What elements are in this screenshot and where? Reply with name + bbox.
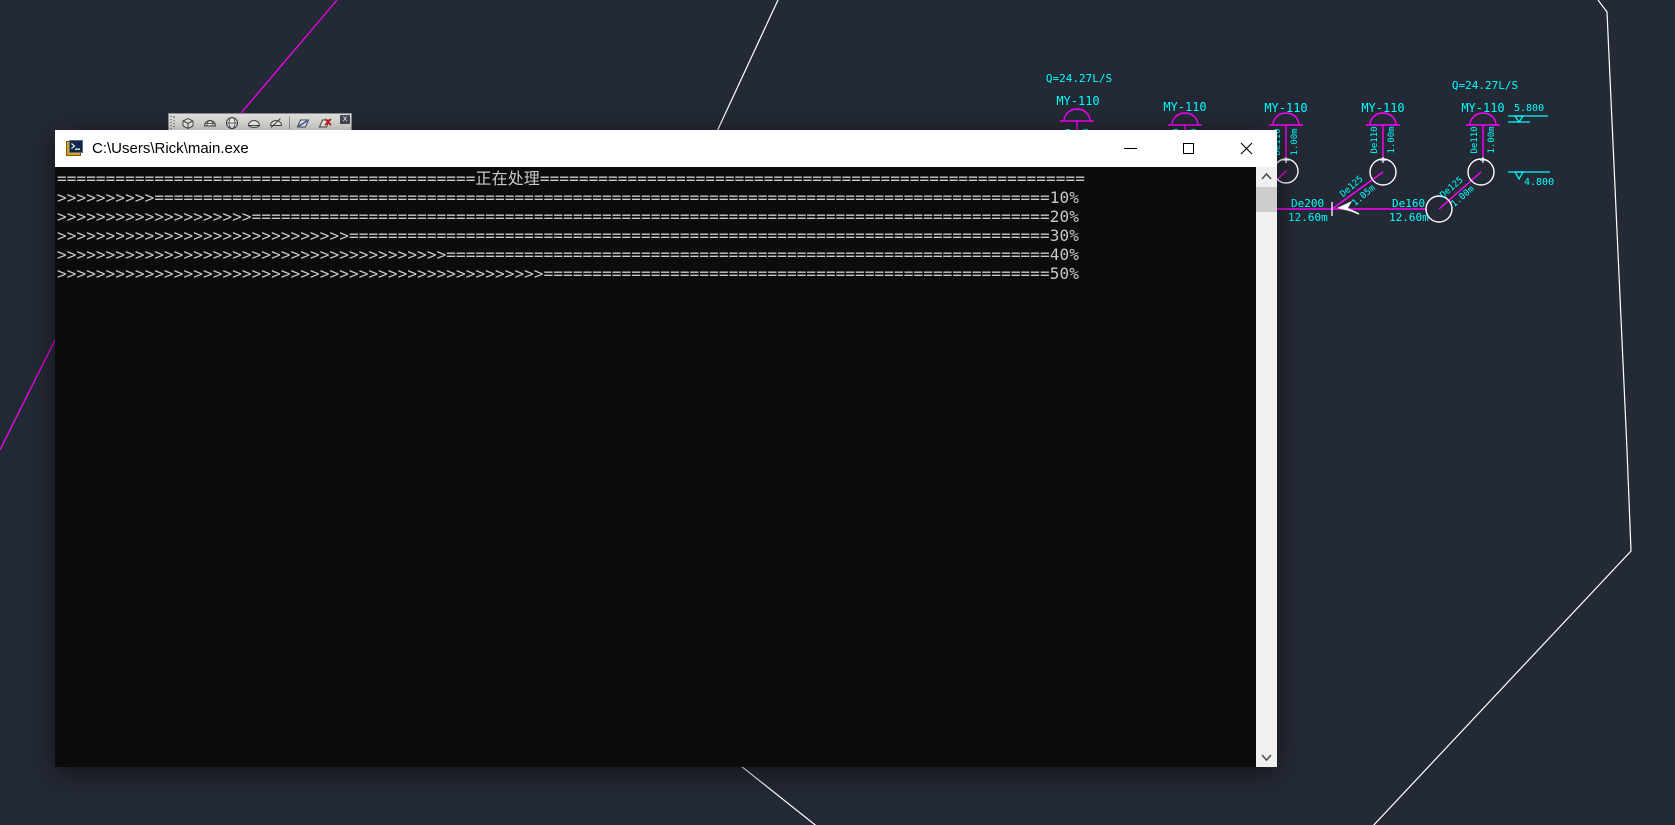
sprinkler-label-4: MY-110 bbox=[1360, 101, 1406, 115]
main-pipe1-len: 12.60m bbox=[1288, 211, 1328, 224]
boundary-line-right bbox=[1371, 0, 1631, 825]
console-window: C:\Users\Rick\main.exe =================… bbox=[55, 130, 1277, 767]
edge-surface-icon[interactable] bbox=[292, 114, 314, 131]
console-line: >>>>>>>>>>==============================… bbox=[57, 188, 1247, 207]
riser-dn-label-4: De110 bbox=[1370, 123, 1380, 157]
console-line: >>>>>>>>>>>>>>>>>>>>>>>>>>>>>>==========… bbox=[57, 226, 1247, 245]
console-titlebar[interactable]: C:\Users\Rick\main.exe bbox=[55, 130, 1277, 167]
flow-rate-label-right: Q=24.27L/S bbox=[1450, 79, 1520, 92]
sprinkler-label-1: MY-110 bbox=[1055, 94, 1101, 108]
elevation-lower-label: 4.800 bbox=[1524, 177, 1564, 188]
minimize-button[interactable] bbox=[1101, 130, 1159, 167]
elevation-upper-label: 5.800 bbox=[1514, 103, 1554, 114]
dish-surface-icon[interactable] bbox=[243, 114, 265, 131]
sprinkler-label-5: MY-110 bbox=[1460, 101, 1506, 115]
riser-len-label-5: 1.00m bbox=[1487, 123, 1497, 157]
minimize-icon bbox=[1124, 148, 1137, 149]
boundary-line-top bbox=[713, 0, 778, 140]
flow-rate-label-left: Q=24.27L/S bbox=[1044, 72, 1114, 85]
console-line: >>>>>>>>>>>>>>>>>>>>====================… bbox=[57, 207, 1247, 226]
console-scrollbar[interactable] bbox=[1256, 167, 1277, 767]
dome-surface-icon[interactable] bbox=[199, 114, 221, 131]
mesh-surface-icon[interactable] bbox=[265, 114, 287, 131]
boundary-line-bottom bbox=[741, 766, 819, 825]
maximize-button[interactable] bbox=[1159, 130, 1217, 167]
toolbar-drag-handle[interactable] bbox=[170, 116, 175, 129]
close-button[interactable] bbox=[1217, 130, 1275, 167]
scrollbar-thumb[interactable] bbox=[1256, 187, 1277, 212]
sprinkler-label-3: MY-110 bbox=[1263, 101, 1309, 115]
scroll-up-arrow-icon[interactable] bbox=[1259, 170, 1274, 184]
main-pipe2-len: 12.60m bbox=[1389, 211, 1429, 224]
console-line: >>>>>>>>>>>>>>>>>>>>>>>>>>>>>>>>>>>>>>>>… bbox=[57, 245, 1247, 264]
console-body: ========================================… bbox=[55, 167, 1277, 767]
console-app-icon bbox=[66, 140, 83, 157]
sphere-surface-icon[interactable] bbox=[221, 114, 243, 131]
sprinkler-label-2: MY-110 bbox=[1162, 100, 1208, 114]
console-output: ========================================… bbox=[57, 169, 1247, 283]
riser-dn-label-5: De110 bbox=[1470, 123, 1480, 157]
main-pipe1-dn: De200 bbox=[1291, 197, 1324, 210]
box-surface-icon[interactable] bbox=[177, 114, 199, 131]
toolbar-separator bbox=[289, 116, 290, 129]
close-icon bbox=[1240, 142, 1253, 155]
main-pipe2-dn: De160 bbox=[1392, 197, 1425, 210]
nozzle-marks bbox=[1283, 157, 1486, 163]
console-line: >>>>>>>>>>>>>>>>>>>>>>>>>>>>>>>>>>>>>>>>… bbox=[57, 264, 1247, 283]
elevation-marker-upper bbox=[1508, 116, 1548, 122]
scroll-down-arrow-icon[interactable] bbox=[1259, 750, 1274, 764]
console-line: ========================================… bbox=[57, 169, 1247, 188]
riser-len-label-4: 1.00m bbox=[1387, 123, 1397, 157]
erase-surface-icon[interactable] bbox=[314, 114, 336, 131]
console-title: C:\Users\Rick\main.exe bbox=[92, 140, 249, 157]
riser-len-label-3: 1.00m bbox=[1290, 125, 1300, 159]
maximize-icon bbox=[1183, 143, 1194, 154]
toolbar-close-button[interactable]: x bbox=[340, 115, 350, 124]
